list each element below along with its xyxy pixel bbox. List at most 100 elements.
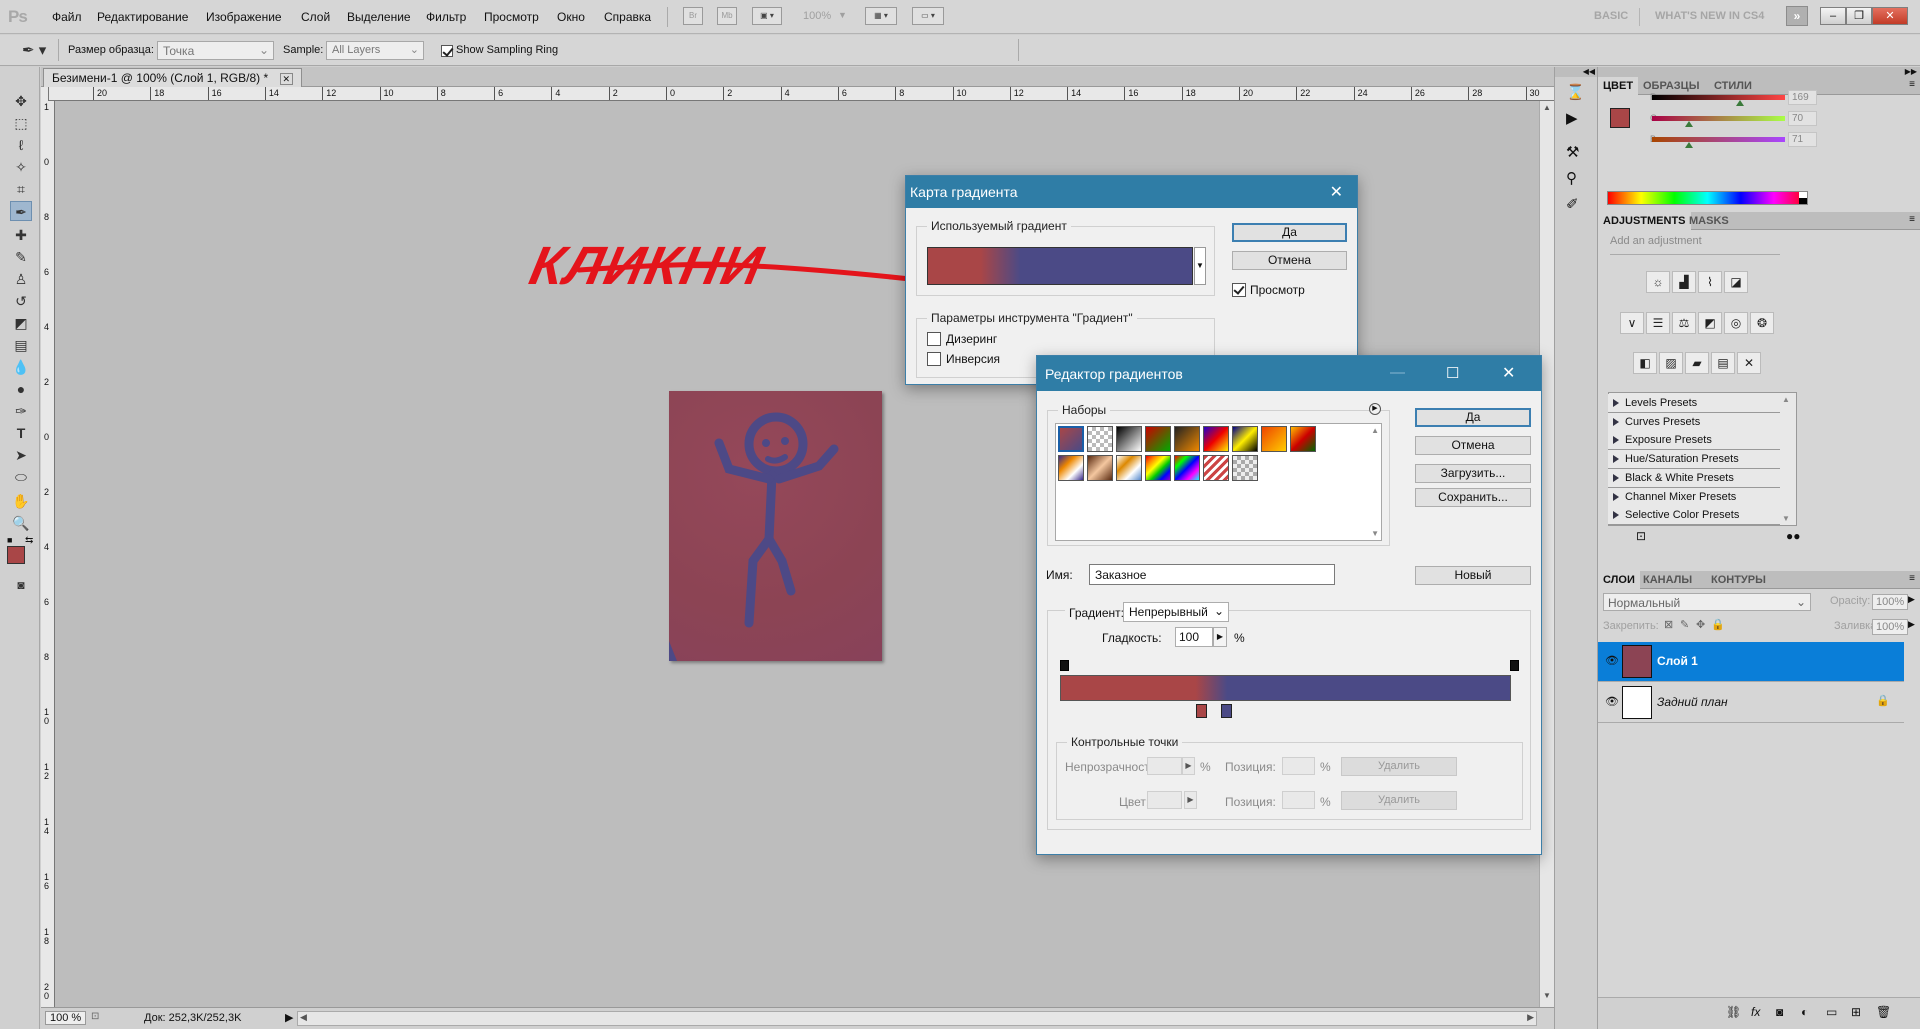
tab-paths[interactable]: КОНТУРЫ: [1706, 571, 1771, 589]
stop-opacity-arrow-icon[interactable]: ▶: [1182, 757, 1195, 775]
checkbox-box[interactable]: [441, 44, 453, 57]
gradient-editor-ok-button[interactable]: Да: [1415, 408, 1531, 427]
tool-presets-icon[interactable]: ⚒: [1566, 143, 1579, 161]
photo-filter-icon[interactable]: ◎: [1724, 312, 1748, 334]
crop-tool-icon[interactable]: ⌗: [10, 179, 32, 199]
actions-panel-icon[interactable]: ▶: [1566, 109, 1578, 127]
collapse-panels-icon[interactable]: ▶▶: [1598, 67, 1920, 77]
stop-color-swatch[interactable]: [1147, 791, 1182, 809]
adjustment-options-icon[interactable]: ●●: [1786, 529, 1801, 543]
zoom-tool-icon[interactable]: 🔍: [10, 513, 32, 533]
dither-checkbox[interactable]: [927, 331, 941, 346]
path-selection-tool-icon[interactable]: ➤: [10, 445, 32, 465]
mini-bridge-icon[interactable]: Mb: [717, 7, 737, 25]
reverse-checkbox[interactable]: [927, 351, 941, 366]
exposure-icon[interactable]: ◪: [1724, 271, 1748, 293]
checkbox-box[interactable]: [927, 331, 941, 346]
horizontal-scrollbar[interactable]: ◀ ▶: [297, 1011, 1537, 1026]
quick-mask-icon[interactable]: ◙: [10, 575, 32, 595]
channel-slider[interactable]: [1652, 95, 1785, 100]
scroll-up-icon[interactable]: ▲: [1782, 395, 1790, 404]
sample-layers-select[interactable]: All Layers ⌄: [326, 41, 424, 60]
lock-all-icon[interactable]: 🔒: [1711, 618, 1725, 631]
menu-layer[interactable]: Слой: [301, 10, 330, 24]
channel-slider[interactable]: [1652, 116, 1785, 121]
pen-tool-icon[interactable]: ✑: [10, 401, 32, 421]
smoothness-arrow-icon[interactable]: ▶: [1213, 627, 1227, 647]
move-tool-icon[interactable]: ✥: [10, 91, 32, 111]
gradient-editor-cancel-button[interactable]: Отмена: [1415, 436, 1531, 455]
foreground-color-swatch[interactable]: [7, 546, 25, 564]
close-icon[interactable]: ✕: [1330, 182, 1343, 202]
color-stop-blue[interactable]: [1221, 704, 1232, 718]
history-panel-icon[interactable]: ⌛: [1566, 83, 1585, 101]
preset-swatch[interactable]: [1087, 455, 1113, 481]
opacity-input[interactable]: 100%: [1872, 594, 1909, 610]
load-button[interactable]: Загрузить...: [1415, 464, 1531, 483]
history-brush-tool-icon[interactable]: ↺: [10, 291, 32, 311]
brush-tool-icon[interactable]: ✎: [10, 247, 32, 267]
screen-mode-icon[interactable]: ▭ ▾: [912, 7, 944, 25]
curves-icon[interactable]: ⌇: [1698, 271, 1722, 293]
tab-adjustments[interactable]: ADJUSTMENTS: [1598, 212, 1691, 230]
gradient-preview-bar[interactable]: [927, 247, 1193, 285]
selective-color-icon[interactable]: ✕: [1737, 352, 1761, 374]
preset-swatch[interactable]: [1261, 426, 1287, 452]
tab-swatches[interactable]: ОБРАЗЦЫ: [1638, 77, 1704, 95]
delete-opacity-stop-button[interactable]: Удалить: [1341, 757, 1457, 776]
clone-stamp-tool-icon[interactable]: ♙: [10, 269, 32, 289]
delete-layer-icon[interactable]: 🗑: [1876, 1005, 1891, 1019]
gradient-dropdown-icon[interactable]: ▼: [1194, 247, 1206, 285]
group-layers-icon[interactable]: ▭: [1826, 1005, 1837, 1019]
workspace-basic[interactable]: BASIC: [1594, 10, 1628, 22]
color-fg-swatch[interactable]: [1610, 108, 1630, 128]
gradient-tool-icon[interactable]: ▤: [10, 335, 32, 355]
color-spectrum[interactable]: [1607, 191, 1808, 205]
channel-value-input[interactable]: 70: [1788, 111, 1817, 126]
blur-tool-icon[interactable]: 💧: [10, 357, 32, 377]
gradient-bar[interactable]: [1060, 675, 1511, 701]
name-input[interactable]: Заказное: [1089, 564, 1335, 585]
posterize-icon[interactable]: ▨: [1659, 352, 1683, 374]
preset-swatch[interactable]: [1174, 426, 1200, 452]
preset-swatch[interactable]: [1116, 455, 1142, 481]
visibility-eye-icon[interactable]: 👁: [1605, 695, 1619, 708]
black-white-ramp[interactable]: [1799, 192, 1807, 204]
zoom-dropdown[interactable]: 100%: [803, 10, 831, 22]
close-icon[interactable]: ✕: [1502, 363, 1515, 383]
preset-swatch[interactable]: [1290, 426, 1316, 452]
stop-opacity-input[interactable]: [1147, 757, 1182, 775]
threshold-icon[interactable]: ▰: [1685, 352, 1709, 374]
scroll-left-icon[interactable]: ◀: [300, 1012, 307, 1023]
workspace-whats-new[interactable]: WHAT'S NEW IN CS4: [1655, 10, 1764, 22]
eyedropper-tool-icon[interactable]: ✒: [10, 201, 32, 221]
scroll-down-icon[interactable]: ▼: [1371, 529, 1379, 538]
tab-layers[interactable]: СЛОИ: [1598, 571, 1640, 589]
black-white-icon[interactable]: ◩: [1698, 312, 1722, 334]
lock-pixels-icon[interactable]: ✎: [1680, 618, 1689, 631]
fill-arrow-icon[interactable]: ▶: [1908, 619, 1915, 630]
preset-swatch[interactable]: [1174, 455, 1200, 481]
preview-checkbox[interactable]: [1232, 282, 1246, 297]
brushes-panel-icon[interactable]: ✐: [1566, 195, 1579, 213]
scroll-up-icon[interactable]: ▲: [1543, 103, 1551, 112]
delete-color-stop-button[interactable]: Удалить: [1341, 791, 1457, 810]
preset-swatch[interactable]: [1145, 426, 1171, 452]
tab-channels[interactable]: КАНАЛЫ: [1638, 571, 1697, 589]
bridge-icon[interactable]: Br: [683, 7, 703, 25]
scroll-down-icon[interactable]: ▼: [1543, 991, 1551, 1000]
brightness-icon[interactable]: ☼: [1646, 271, 1670, 293]
link-layers-icon[interactable]: ⛓: [1726, 1005, 1741, 1019]
panel-menu-icon[interactable]: ≡: [1909, 79, 1915, 90]
menu-filter[interactable]: Фильтр: [426, 10, 466, 24]
channel-slider[interactable]: [1652, 137, 1785, 142]
status-menu-arrow-icon[interactable]: ▶: [285, 1011, 293, 1024]
quick-select-tool-icon[interactable]: ✧: [10, 157, 32, 177]
channel-slider-thumb[interactable]: [1684, 142, 1693, 148]
layer-mask-icon[interactable]: ◙: [1776, 1005, 1783, 1019]
minimize-icon[interactable]: —: [1390, 364, 1405, 381]
preset-swatch[interactable]: [1203, 426, 1229, 452]
close-window-icon[interactable]: ✕: [1872, 7, 1908, 25]
channel-slider-thumb[interactable]: [1684, 121, 1693, 127]
preset-swatch[interactable]: [1232, 455, 1258, 481]
